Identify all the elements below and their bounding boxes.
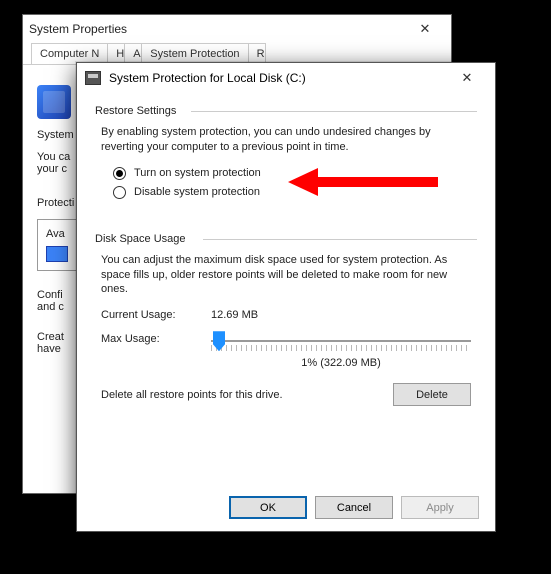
restore-settings-desc: By enabling system protection, you can u… — [101, 125, 471, 155]
front-body: Restore Settings By enabling system prot… — [77, 93, 495, 406]
radio-disable[interactable]: Disable system protection — [113, 186, 477, 199]
disk-space-label: Disk Space Usage — [95, 233, 186, 245]
back-titlebar: System Properties ✕ — [23, 15, 451, 43]
tab-system-protection[interactable]: System Protection — [141, 43, 248, 64]
max-usage-slider[interactable] — [211, 331, 471, 355]
radio-disable-label: Disable system protection — [134, 186, 260, 198]
apply-button[interactable]: Apply — [401, 496, 479, 519]
current-usage-value: 12.69 MB — [211, 309, 258, 321]
tab-computer-name[interactable]: Computer N — [31, 43, 108, 64]
max-usage-row: Max Usage: 1% (322.09 MB) — [101, 331, 471, 369]
drive-icon — [46, 246, 68, 262]
delete-desc: Delete all restore points for this drive… — [101, 389, 381, 401]
tab-advanced[interactable]: A — [124, 43, 142, 64]
radio-icon — [113, 167, 126, 180]
delete-button[interactable]: Delete — [393, 383, 471, 406]
drive-icon — [85, 71, 101, 85]
current-usage-label: Current Usage: — [101, 309, 211, 321]
back-title: System Properties — [29, 22, 127, 36]
disk-space-desc: You can adjust the maximum disk space us… — [101, 253, 471, 298]
close-icon[interactable]: ✕ — [405, 21, 445, 37]
radio-icon — [113, 186, 126, 199]
restore-settings-label: Restore Settings — [95, 105, 176, 117]
ok-button[interactable]: OK — [229, 496, 307, 519]
front-titlebar: System Protection for Local Disk (C:) ✕ — [77, 63, 495, 93]
tab-remote[interactable]: R — [248, 43, 266, 64]
radio-turn-on[interactable]: Turn on system protection — [113, 167, 477, 180]
disk-space-group: Disk Space Usage — [95, 233, 477, 245]
max-usage-label: Max Usage: — [101, 331, 211, 345]
close-icon[interactable]: ✕ — [447, 70, 487, 86]
cancel-button[interactable]: Cancel — [315, 496, 393, 519]
system-protection-dialog: System Protection for Local Disk (C:) ✕ … — [76, 62, 496, 532]
radio-turn-on-label: Turn on system protection — [134, 167, 261, 179]
max-usage-readout: 1% (322.09 MB) — [211, 357, 471, 369]
current-usage-row: Current Usage: 12.69 MB — [101, 309, 471, 321]
shield-icon — [37, 85, 71, 119]
dialog-button-row: OK Cancel Apply — [229, 496, 479, 519]
front-title-text: System Protection for Local Disk (C:) — [109, 71, 306, 85]
restore-settings-group: Restore Settings — [95, 105, 477, 117]
tab-hardware[interactable]: H — [107, 43, 125, 64]
